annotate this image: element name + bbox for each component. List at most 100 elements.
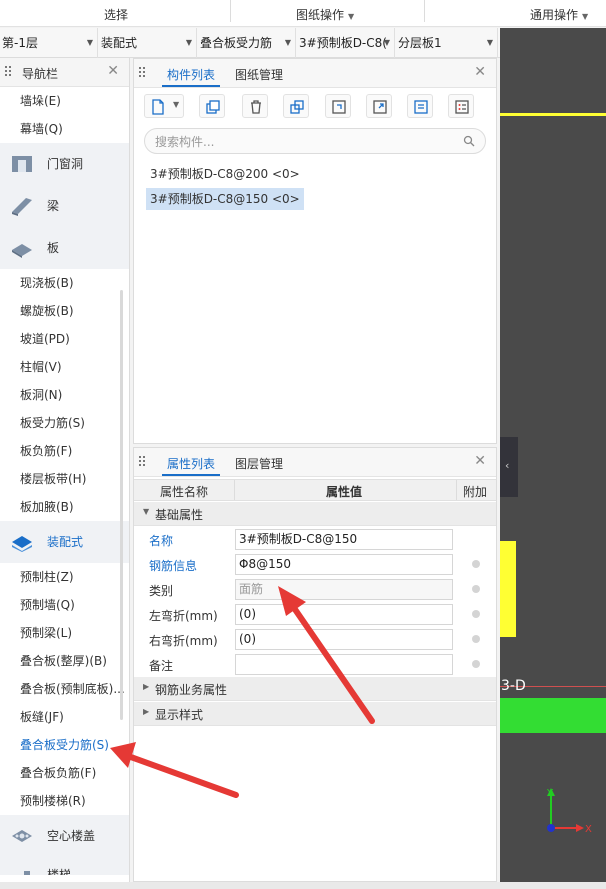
property-remark-value[interactable] (235, 654, 453, 675)
copy-button[interactable] (199, 94, 225, 118)
component-select-value: 3#预制板D-C8( (299, 36, 387, 50)
nav-item-cast-slab[interactable]: 现浇板(B) (0, 269, 129, 297)
drag-grip-icon[interactable] (139, 67, 147, 79)
nav-scrollbar[interactable] (120, 290, 123, 720)
dropdown-arrow-icon: ▼ (86, 38, 93, 47)
tab-drawing-manage[interactable]: 图纸管理 (235, 66, 283, 83)
import-button[interactable] (325, 94, 351, 118)
yellow-block (500, 541, 516, 637)
property-panel-header: 属性列表 图层管理 ✕ (134, 448, 496, 477)
nav-category-stairs[interactable]: 楼梯 (0, 857, 129, 875)
hollow-floor-icon (12, 830, 32, 842)
nav-item-composite-slab-precast[interactable]: 叠合板(预制底板)... (0, 675, 129, 703)
ribbon-common-ops-label: 通用操作 (530, 8, 579, 22)
property-name-value[interactable]: 3#预制板D-C8@150 (235, 529, 453, 550)
nav-header: 导航栏 ✕ (0, 58, 129, 87)
panel-collapse-tab[interactable]: ‹ (500, 437, 518, 497)
nav-item-prefab-beam[interactable]: 预制梁(L) (0, 619, 129, 647)
nav-item-slab-rebar[interactable]: 板受力筋(S) (0, 409, 129, 437)
nav-item-composite-slab-full[interactable]: 叠合板(整厚)(B) (0, 647, 129, 675)
search-icon[interactable] (463, 135, 475, 147)
component-select[interactable]: 3#预制板D-C8(▼ (297, 28, 395, 58)
tab-layer-manage[interactable]: 图层管理 (235, 455, 283, 472)
component-toolbar: ▼ (144, 94, 484, 122)
nav-category-label: 门窗洞 (47, 157, 84, 171)
nav-item-wall-pier[interactable]: 墙垛(E) (0, 87, 129, 115)
nav-item-ramp[interactable]: 坡道(PD) (0, 325, 129, 353)
nav-category-label: 楼梯 (47, 868, 72, 875)
export-button[interactable] (366, 94, 392, 118)
nav-item-column-cap[interactable]: 柱帽(V) (0, 353, 129, 381)
ribbon-drawing-ops-group[interactable]: 图纸操作 ▼ (296, 6, 354, 23)
nav-category-door-window[interactable]: 门窗洞 (0, 143, 129, 185)
nav-item-spiral-slab[interactable]: 螺旋板(B) (0, 297, 129, 325)
nav-item-slab-haunch[interactable]: 板加腋(B) (0, 493, 129, 521)
nav-item-prefab-column[interactable]: 预制柱(Z) (0, 563, 129, 591)
property-name-label[interactable]: 名称 (149, 532, 173, 549)
close-icon[interactable]: ✕ (107, 63, 119, 79)
ribbon-select-group[interactable]: 选择 (104, 6, 128, 23)
search-input[interactable] (155, 133, 455, 150)
nav-category-label: 空心楼盖 (47, 829, 96, 843)
new-component-button[interactable]: ▼ (144, 94, 184, 118)
nav-item-slab-joint[interactable]: 板缝(JF) (0, 703, 129, 731)
nav-category-beam[interactable]: 梁 (0, 185, 129, 227)
active-tab-indicator (162, 474, 220, 476)
extra-radio[interactable] (472, 610, 480, 618)
property-category-label: 类别 (149, 584, 174, 598)
nav-item-prefab-stair[interactable]: 预制楼梯(R) (0, 787, 129, 815)
nav-item-slab-neg-rebar[interactable]: 板负筋(F) (0, 437, 129, 465)
nav-item-slab-hole[interactable]: 板洞(N) (0, 381, 129, 409)
floor-select[interactable]: 第-1层 ▼ (0, 28, 98, 58)
component-search (144, 128, 486, 154)
property-rebar-info-label[interactable]: 钢筋信息 (149, 557, 197, 574)
header-property-name: 属性名称 (160, 485, 209, 499)
group-label: 钢筋业务属性 (155, 683, 228, 697)
nav-item-prefab-wall[interactable]: 预制墙(Q) (0, 591, 129, 619)
nav-category-prefab[interactable]: 装配式 (0, 521, 129, 563)
nav-item-composite-slab-rebar[interactable]: 叠合板受力筋(S) (0, 731, 129, 759)
property-row-left-bend: 左弯折(mm) (0) (134, 602, 496, 627)
category-select[interactable]: 装配式 ▼ (99, 28, 197, 58)
component-item[interactable]: 3#预制板D-C8@200 <0> (146, 163, 304, 185)
ribbon-separator (424, 0, 425, 22)
nav-item-floor-strip[interactable]: 楼层板带(H) (0, 465, 129, 493)
tab-component-list[interactable]: 构件列表 (167, 66, 215, 83)
component-item-selected[interactable]: 3#预制板D-C8@150 <0> (146, 188, 304, 210)
ribbon-common-ops-group[interactable]: 通用操作 ▼ (530, 6, 588, 23)
property-rebar-info-value[interactable]: Φ8@150 (235, 554, 453, 575)
tab-property-list[interactable]: 属性列表 (167, 455, 215, 472)
trash-icon (251, 100, 261, 114)
settings-list-button[interactable] (448, 94, 474, 118)
property-remark-label: 备注 (149, 659, 174, 673)
caret-down-icon: ▼ (173, 100, 180, 109)
nav-category-hollow-floor[interactable]: 空心楼盖 (0, 815, 129, 857)
delete-button[interactable] (242, 94, 268, 118)
import-icon (332, 100, 346, 114)
group-rebar-business-properties[interactable]: ▶ 钢筋业务属性 (134, 677, 496, 701)
property-left-bend-value[interactable]: (0) (235, 604, 453, 625)
extra-radio[interactable] (472, 560, 480, 568)
nav-item-curtain-wall[interactable]: 幕墙(Q) (0, 115, 129, 143)
group-basic-properties[interactable]: ▼ 基础属性 (134, 502, 496, 526)
extra-radio[interactable] (472, 585, 480, 593)
nav-item-composite-slab-neg-rebar[interactable]: 叠合板负筋(F) (0, 759, 129, 787)
layer-slab-select[interactable]: 分层板1 ▼ (396, 28, 498, 58)
prefab-icon (12, 536, 32, 552)
properties-button[interactable] (407, 94, 433, 118)
category-select-value: 装配式 (101, 36, 138, 50)
drawing-canvas[interactable]: ‹ 3-D Y X (500, 28, 606, 882)
layer-copy-button[interactable] (283, 94, 309, 118)
extra-radio[interactable] (472, 635, 480, 643)
copy-icon (206, 100, 220, 114)
close-icon[interactable]: ✕ (474, 453, 486, 469)
property-right-bend-value[interactable]: (0) (235, 629, 453, 650)
close-icon[interactable]: ✕ (474, 64, 486, 80)
component-type-select[interactable]: 叠合板受力筋 ▼ (198, 28, 296, 58)
drag-grip-icon[interactable] (139, 456, 147, 468)
header-property-value: 属性值 (326, 485, 363, 499)
extra-radio[interactable] (472, 660, 480, 668)
drag-grip-icon[interactable] (5, 66, 13, 78)
group-display-style[interactable]: ▶ 显示样式 (134, 702, 496, 726)
nav-category-slab[interactable]: 板 (0, 227, 129, 269)
